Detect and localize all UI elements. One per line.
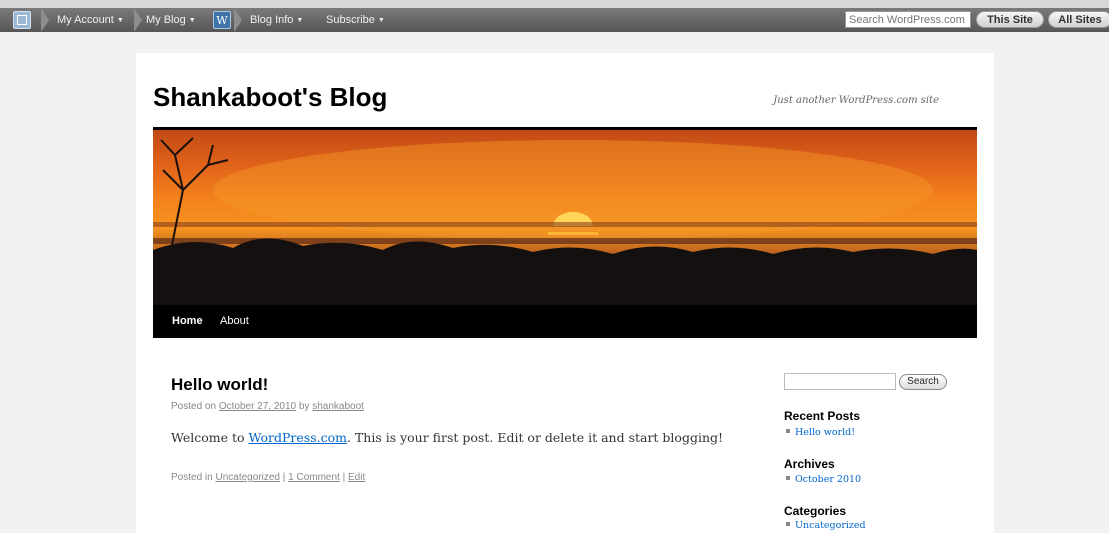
archive-label: October 2010 (795, 474, 862, 485)
separator-arrow-icon (41, 8, 49, 32)
my-account-menu[interactable]: My Account ▼ (57, 8, 124, 32)
post-utility: Posted in Uncategorized | 1 Comment | Ed… (171, 472, 365, 483)
archive-item[interactable]: October 2010 (786, 474, 861, 485)
site-title[interactable]: Shankaboot's Blog (153, 82, 387, 113)
category-link[interactable]: Uncategorized (215, 472, 279, 483)
category-item[interactable]: Uncategorized (786, 520, 866, 531)
subscribe-label: Subscribe (326, 14, 375, 26)
site-description: Just another WordPress.com site (773, 95, 939, 106)
comments-link[interactable]: 1 Comment (288, 472, 340, 483)
bullet-icon (786, 429, 790, 433)
main-navigation: Home About (153, 305, 977, 338)
my-account-label: My Account (57, 14, 114, 26)
post-title[interactable]: Hello world! (171, 375, 268, 395)
post-meta: Posted on October 27, 2010 by shankaboot (171, 401, 364, 412)
header-image (153, 127, 977, 307)
sidebar-search-button[interactable]: Search (899, 374, 947, 390)
admin-search-input[interactable] (845, 11, 971, 28)
separator: | (342, 472, 346, 483)
post-date-link[interactable]: October 27, 2010 (219, 401, 296, 412)
wordpress-com-logo-icon[interactable] (13, 11, 31, 29)
post-author-link[interactable]: shankaboot (312, 401, 364, 412)
meta-prefix: Posted on (171, 401, 217, 412)
my-blog-label: My Blog (146, 14, 186, 26)
blog-info-label: Blog Info (250, 14, 294, 26)
caret-down-icon: ▼ (188, 17, 196, 24)
admin-bar-inner: My Account ▼ My Blog ▼ W Blog Info ▼ Subscr… (0, 8, 1109, 32)
all-sites-button[interactable]: All Sites (1048, 11, 1109, 28)
recent-post-item[interactable]: Hello world! (786, 427, 855, 438)
sidebar-search-input[interactable] (784, 373, 896, 390)
this-site-button[interactable]: This Site (976, 11, 1044, 28)
bullet-icon (786, 476, 790, 480)
separator-arrow-icon (134, 8, 142, 32)
recent-posts-title: Recent Posts (784, 409, 861, 423)
category-label: Uncategorized (795, 520, 866, 531)
admin-bar: My Account ▼ My Blog ▼ W Blog Info ▼ Subscr… (0, 0, 1109, 32)
edit-link[interactable]: Edit (348, 472, 365, 483)
caret-down-icon: ▼ (116, 17, 124, 24)
entry-prefix: Welcome to (171, 430, 245, 445)
posted-in-label: Posted in (171, 472, 213, 483)
separator-arrow-icon (234, 8, 242, 32)
entry-rest: . This is your first post. Edit or delet… (346, 430, 724, 445)
sunset-svg (153, 137, 977, 307)
post-content: Welcome to WordPress.com. This is your f… (171, 430, 723, 445)
categories-title: Categories (784, 504, 847, 518)
nav-home-link[interactable]: Home (172, 305, 203, 338)
nav-about-link[interactable]: About (220, 305, 249, 338)
blog-info-menu[interactable]: Blog Info ▼ (250, 8, 303, 32)
meta-by: by (298, 401, 310, 412)
wordpress-com-link[interactable]: WordPress.com (249, 430, 347, 445)
recent-post-label: Hello world! (795, 427, 856, 438)
caret-down-icon: ▼ (377, 17, 385, 24)
archives-title: Archives (784, 457, 835, 471)
wordpress-blog-icon[interactable]: W (213, 11, 231, 29)
caret-down-icon: ▼ (296, 17, 304, 24)
my-blog-menu[interactable]: My Blog ▼ (146, 8, 196, 32)
separator: | (282, 472, 286, 483)
subscribe-menu[interactable]: Subscribe ▼ (326, 8, 385, 32)
page-container: Shankaboot's Blog Just another WordPress… (136, 53, 994, 533)
